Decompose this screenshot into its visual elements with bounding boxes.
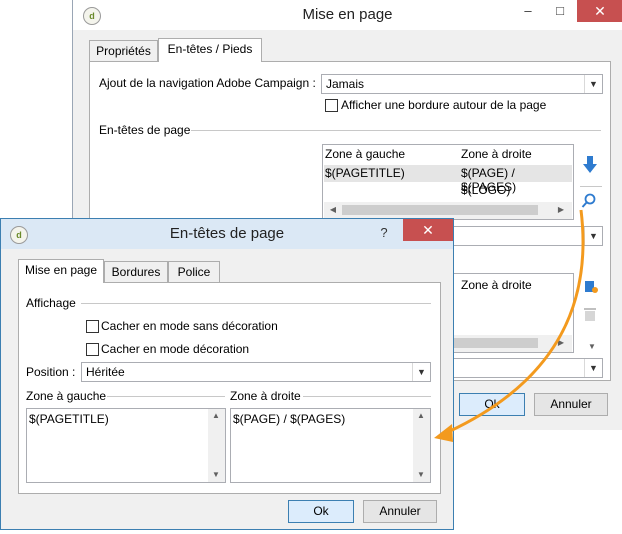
tab-layout[interactable]: Mise en page (18, 259, 104, 283)
tab-headers-footers[interactable]: En-têtes / Pieds (158, 38, 262, 62)
